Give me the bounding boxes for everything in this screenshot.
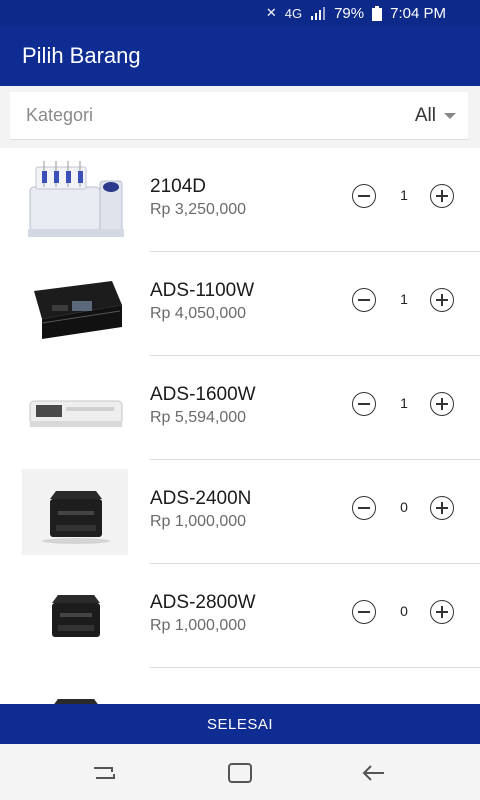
- category-filter: Kategori All: [10, 92, 468, 140]
- clock: 7:04 PM: [390, 4, 446, 22]
- quantity-stepper: 0: [352, 600, 456, 626]
- product-price: Rp 5,594,000: [150, 409, 247, 426]
- system-nav-bar: [0, 744, 480, 800]
- back-icon[interactable]: [354, 758, 394, 788]
- quantity-value: 0: [400, 499, 408, 515]
- category-dropdown[interactable]: All: [415, 105, 456, 127]
- product-image: [34, 281, 122, 339]
- minus-icon: [358, 195, 370, 197]
- plus-icon-vertical: [441, 190, 443, 202]
- decrease-button[interactable]: [352, 392, 376, 416]
- quantity-stepper: 1: [352, 288, 456, 314]
- product-name: ADS-1100W: [150, 280, 255, 301]
- quantity-value: 0: [400, 603, 408, 619]
- product-name: ADS-1600W: [150, 384, 256, 405]
- plus-icon-vertical: [441, 294, 443, 306]
- plus-icon-vertical: [441, 398, 443, 410]
- mute-icon: ✕: [265, 5, 277, 20]
- list-item[interactable]: ADS-1100W Rp 4,050,000 1: [0, 252, 480, 356]
- decrease-button[interactable]: [352, 600, 376, 624]
- product-image: [52, 595, 100, 637]
- product-image: [28, 161, 124, 237]
- increase-button[interactable]: [430, 600, 454, 624]
- minus-icon: [358, 611, 370, 613]
- product-price: Rp 3,250,000: [150, 201, 247, 218]
- minus-icon: [358, 403, 370, 405]
- list-item-partial[interactable]: [0, 668, 480, 704]
- quantity-value: 1: [400, 187, 408, 203]
- quantity-stepper: 1: [352, 392, 456, 418]
- product-name: ADS-2400N: [150, 488, 252, 509]
- network-type-icon: 4G: [284, 5, 303, 21]
- list-item[interactable]: ADS-2400N Rp 1,000,000 0: [0, 460, 480, 564]
- quantity-value: 1: [400, 291, 408, 307]
- category-selected-value: All: [414, 104, 436, 126]
- increase-button[interactable]: [430, 496, 454, 520]
- signal-icon: [311, 7, 326, 20]
- list-item[interactable]: 2104D Rp 3,250,000 1: [0, 148, 480, 252]
- product-price: Rp 4,050,000: [150, 305, 247, 322]
- quantity-stepper: 0: [352, 496, 456, 522]
- list-item[interactable]: ADS-1600W Rp 5,594,000 1: [0, 356, 480, 460]
- product-image: [54, 699, 98, 704]
- product-list: 2104D Rp 3,250,000 1 ADS-1100W Rp 4,050,…: [0, 148, 480, 704]
- increase-button[interactable]: [430, 288, 454, 312]
- product-image: [29, 400, 123, 427]
- plus-icon-vertical: [441, 502, 443, 514]
- battery-percent: 79%: [334, 4, 365, 22]
- decrease-button[interactable]: [352, 496, 376, 520]
- decrease-button[interactable]: [352, 184, 376, 208]
- plus-icon-vertical: [441, 606, 443, 618]
- category-label: Kategori: [26, 105, 94, 125]
- decrease-button[interactable]: [352, 288, 376, 312]
- product-price: Rp 1,000,000: [150, 617, 247, 634]
- product-price: Rp 1,000,000: [150, 513, 247, 530]
- caret-down-icon: [444, 112, 456, 119]
- page-title: Pilih Barang: [22, 43, 141, 68]
- minus-icon: [358, 299, 370, 301]
- minus-icon: [358, 507, 370, 509]
- product-name: 2104D: [150, 176, 206, 197]
- battery-icon: [372, 5, 383, 21]
- product-name: ADS-2800W: [150, 592, 256, 613]
- filter-area: Kategori All: [0, 86, 480, 148]
- finish-button[interactable]: SELESAI: [0, 704, 480, 744]
- home-icon[interactable]: [220, 758, 260, 788]
- increase-button[interactable]: [430, 392, 454, 416]
- app-bar: Pilih Barang: [0, 26, 480, 86]
- list-item[interactable]: ADS-2800W Rp 1,000,000 0: [0, 564, 480, 668]
- recent-apps-icon[interactable]: [84, 758, 124, 788]
- quantity-stepper: 1: [352, 184, 456, 210]
- increase-button[interactable]: [430, 184, 454, 208]
- status-bar: ✕ 4G 79% 7:04 PM: [0, 0, 480, 26]
- product-image: [22, 469, 128, 555]
- quantity-value: 1: [400, 395, 408, 411]
